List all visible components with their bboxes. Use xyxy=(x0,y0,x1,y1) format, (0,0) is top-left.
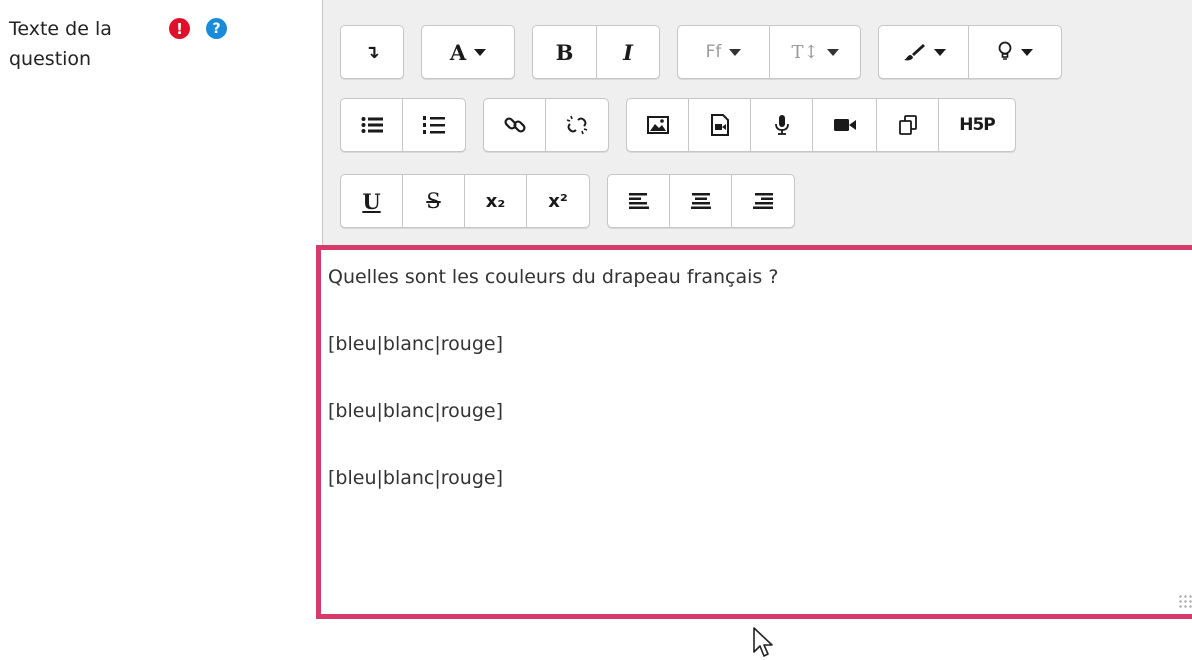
font-size-button[interactable]: T↕ xyxy=(770,26,860,78)
editor-toolbar: ↴ A B I Ff T↕ H5P U S x₂ x² xyxy=(322,0,1192,245)
align-right-button[interactable] xyxy=(732,175,794,227)
superscript-icon: x² xyxy=(548,190,568,212)
editor-content[interactable]: Quelles sont les couleurs du drapeau fra… xyxy=(321,250,1192,489)
chevron-down-icon xyxy=(933,48,946,56)
required-icon: ! xyxy=(169,18,190,39)
collapse-icon: ↴ xyxy=(364,41,380,63)
video-file-icon xyxy=(710,114,729,136)
help-icon[interactable]: ? xyxy=(206,18,227,39)
chevron-down-icon xyxy=(1021,48,1033,56)
toolbar-row-3: U S x₂ x² xyxy=(340,174,812,230)
subscript-button[interactable]: x₂ xyxy=(465,175,527,227)
mouse-cursor-icon xyxy=(753,627,773,657)
align-left-icon xyxy=(628,193,649,209)
toolbar-group-color xyxy=(878,25,1062,79)
paintbrush-icon xyxy=(903,44,925,61)
record-video-button[interactable] xyxy=(813,99,877,151)
collapse-button[interactable]: ↴ xyxy=(341,26,403,78)
lightbulb-icon xyxy=(998,41,1012,60)
align-center-icon xyxy=(690,193,711,209)
toolbar-group-media: H5P xyxy=(626,98,1016,152)
h5p-icon: H5P xyxy=(959,115,996,135)
highlight-button[interactable] xyxy=(969,26,1061,78)
bold-icon: B xyxy=(555,39,574,65)
strikethrough-icon: S xyxy=(426,189,441,213)
link-button[interactable] xyxy=(484,99,546,151)
toolbar-group-style: A xyxy=(421,25,515,79)
unlink-icon xyxy=(566,115,588,135)
link-icon xyxy=(503,117,526,133)
h5p-button[interactable]: H5P xyxy=(939,99,1015,151)
paragraph-style-button[interactable]: A xyxy=(422,26,514,78)
unordered-list-button[interactable] xyxy=(341,99,403,151)
font-size-icon: T↕ xyxy=(791,41,819,63)
toolbar-group-font: Ff T↕ xyxy=(677,25,861,79)
media-button[interactable] xyxy=(689,99,751,151)
toolbar-group-bold-italic: B I xyxy=(532,25,660,79)
underline-icon: U xyxy=(362,188,381,214)
toolbar-group-align xyxy=(607,174,795,228)
align-center-button[interactable] xyxy=(670,175,732,227)
answer-line: [bleu|blanc|rouge] xyxy=(328,333,503,355)
font-color-button[interactable] xyxy=(879,26,969,78)
italic-button[interactable]: I xyxy=(597,26,659,78)
microphone-icon xyxy=(774,115,789,135)
toolbar-group-lists xyxy=(340,98,466,152)
record-audio-button[interactable] xyxy=(751,99,813,151)
image-button[interactable] xyxy=(627,99,689,151)
superscript-button[interactable]: x² xyxy=(527,175,589,227)
align-right-icon xyxy=(753,193,773,209)
underline-button[interactable]: U xyxy=(341,175,403,227)
video-camera-icon xyxy=(833,119,856,131)
resize-handle[interactable] xyxy=(1178,594,1192,608)
question-line: Quelles sont les couleurs du drapeau fra… xyxy=(328,266,779,288)
manage-files-button[interactable] xyxy=(877,99,939,151)
ordered-list-button[interactable] xyxy=(403,99,465,151)
font-family-button[interactable]: Ff xyxy=(678,26,770,78)
chevron-down-icon xyxy=(826,48,839,56)
copy-files-icon xyxy=(898,115,917,135)
bold-button[interactable]: B xyxy=(533,26,597,78)
field-label-area: Texte de la question ! ? xyxy=(9,14,299,74)
unlink-button[interactable] xyxy=(546,99,608,151)
toolbar-group-links xyxy=(483,98,609,152)
editor-content-area[interactable]: Quelles sont les couleurs du drapeau fra… xyxy=(316,245,1192,619)
toolbar-group-collapse: ↴ xyxy=(340,25,404,79)
toolbar-row-2: H5P xyxy=(340,98,1033,154)
align-left-button[interactable] xyxy=(608,175,670,227)
chevron-down-icon xyxy=(729,48,742,56)
chevron-down-icon xyxy=(474,48,487,56)
font-family-icon: Ff xyxy=(705,42,722,62)
field-label: Texte de la question xyxy=(9,18,112,70)
answer-line: [bleu|blanc|rouge] xyxy=(328,467,503,489)
strikethrough-button[interactable]: S xyxy=(403,175,465,227)
image-icon xyxy=(646,116,669,134)
answer-line: [bleu|blanc|rouge] xyxy=(328,400,503,422)
toolbar-row-1: ↴ A B I Ff T↕ xyxy=(340,25,1079,81)
style-icon: A xyxy=(449,39,467,65)
bullet-list-icon xyxy=(361,117,383,133)
numbered-list-icon xyxy=(423,116,445,134)
italic-icon: I xyxy=(623,39,633,65)
toolbar-group-text-format: U S x₂ x² xyxy=(340,174,590,228)
subscript-icon: x₂ xyxy=(485,190,506,212)
